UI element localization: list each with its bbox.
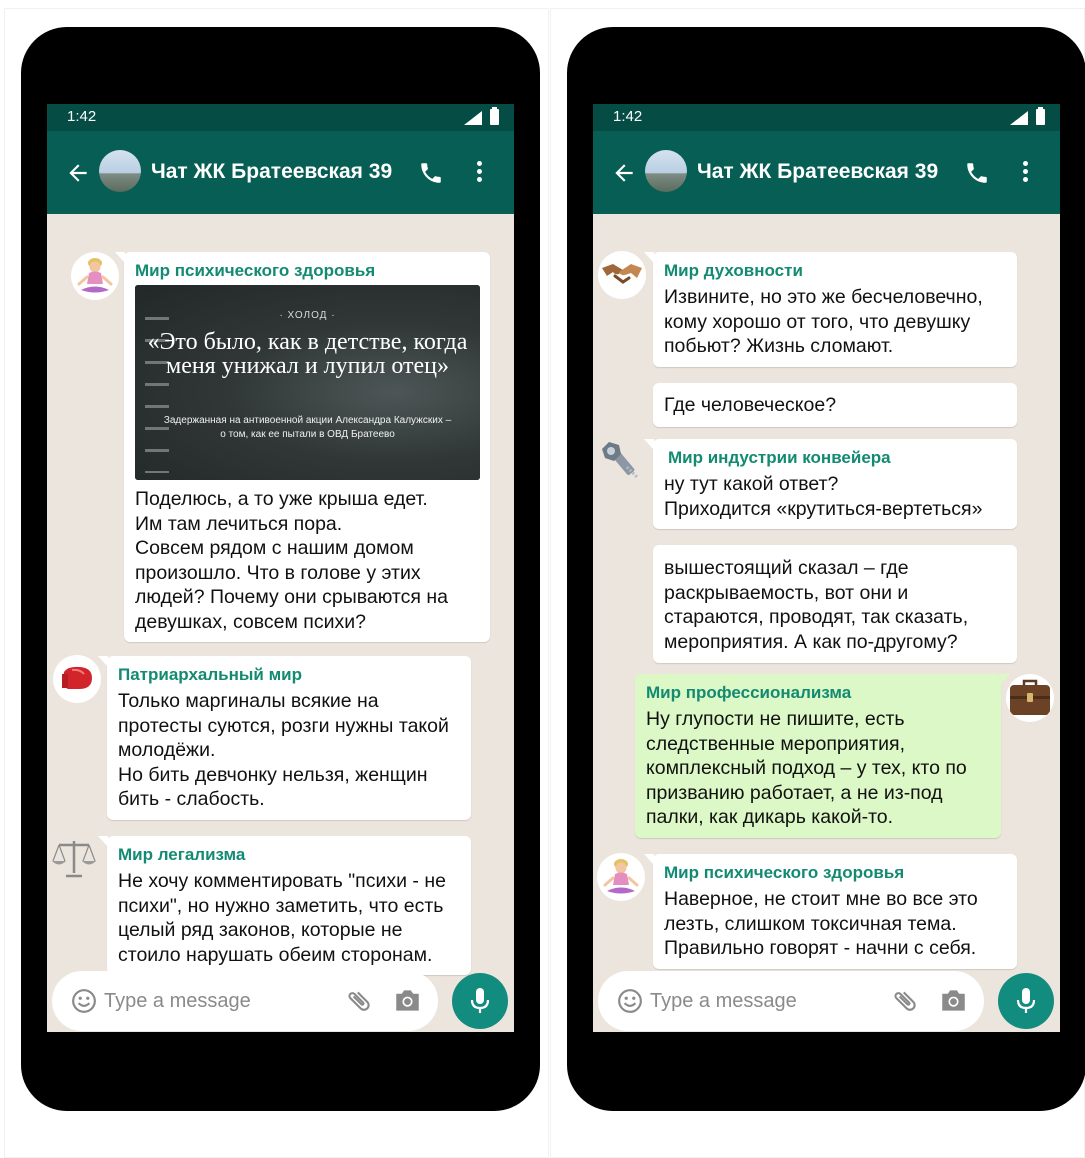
- message-composer: [598, 971, 984, 1031]
- link-preview[interactable]: · ХОЛОД · «Это было, как в детстве, когд…: [135, 285, 480, 480]
- status-time: 1:42: [67, 108, 97, 125]
- message-text: Поделюсь, а то уже крыша едет. Им там ле…: [135, 488, 448, 633]
- status-time: 1:42: [613, 108, 643, 125]
- signal-icon: [1010, 111, 1028, 125]
- message-bubble[interactable]: Патриархальный мир Только маргиналы всяк…: [98, 656, 471, 820]
- sender-avatar: [50, 834, 98, 882]
- message-bubble[interactable]: Мир психического здоровья Наверное, не с…: [644, 854, 1017, 969]
- sender-name: Мир легализма: [118, 845, 246, 864]
- chat-screen: 1:42 Чат ЖК Братеевская 39 Мир психическ…: [47, 104, 514, 1032]
- battery-icon: [1036, 107, 1045, 125]
- scales-icon: [52, 841, 96, 878]
- group-avatar[interactable]: [99, 150, 141, 192]
- sender-name: Мир психического здоровья: [664, 863, 905, 882]
- sender-avatar: [1006, 674, 1054, 722]
- attachment-icon[interactable]: [345, 987, 373, 1015]
- message-bubble[interactable]: вышестоящий сказал – где раскрываемость,…: [653, 545, 1017, 663]
- back-arrow-icon[interactable]: [611, 160, 637, 186]
- microphone-icon: [470, 988, 490, 1013]
- boxing-glove-icon: [62, 666, 92, 689]
- message-input[interactable]: [650, 988, 840, 1014]
- sender-avatar: [597, 853, 645, 901]
- emoji-icon[interactable]: [617, 988, 643, 1014]
- message-text: Только маргиналы всякие на протесты суют…: [118, 690, 449, 810]
- message-text: вышестоящий сказал – где раскрываемость,…: [664, 557, 969, 653]
- message-text: Ну глупости не пишите, есть следственные…: [646, 708, 967, 828]
- more-options-icon[interactable]: [1021, 161, 1029, 185]
- message-bubble[interactable]: Мир духовности Извините, но это же бесче…: [644, 252, 1017, 367]
- phone-call-icon[interactable]: [418, 160, 444, 186]
- chat-screen: 1:42 Чат ЖК Братеевская 39 Мир духовност…: [593, 104, 1060, 1032]
- sender-name: Мир индустрии конвейера: [668, 448, 891, 467]
- preview-kicker: · ХОЛОД ·: [279, 310, 336, 321]
- voice-record-button[interactable]: [998, 973, 1054, 1029]
- more-options-icon[interactable]: [475, 161, 483, 185]
- status-bar: 1:42: [47, 104, 514, 131]
- battery-icon: [490, 107, 499, 125]
- briefcase-icon: [1010, 679, 1050, 715]
- chat-title[interactable]: Чат ЖК Братеевская 39: [151, 160, 392, 184]
- left-phone: 1:42 Чат ЖК Братеевская 39 Мир психическ…: [21, 27, 540, 1111]
- chat-header: Чат ЖК Братеевская 39: [47, 131, 514, 214]
- message-text: Не хочу комментировать "психи - не психи…: [118, 870, 446, 966]
- sender-avatar: [71, 252, 119, 300]
- chat-title[interactable]: Чат ЖК Братеевская 39: [697, 160, 938, 184]
- voice-record-button[interactable]: [452, 973, 508, 1029]
- meditating-woman-icon: [77, 258, 113, 293]
- phone-call-icon[interactable]: [964, 160, 990, 186]
- sender-name: Мир профессионализма: [646, 683, 852, 702]
- nut-bolt-icon: [602, 442, 639, 479]
- message-text: Наверное, не стоит мне во все это лезть,…: [664, 888, 978, 959]
- status-bar: 1:42: [593, 104, 1060, 131]
- microphone-icon: [1016, 988, 1036, 1013]
- sender-avatar: [596, 436, 644, 484]
- message-bubble[interactable]: Мир индустрии конвейера ну тут какой отв…: [644, 439, 1017, 529]
- preview-headline: «Это было, как в детстве, когда меня уни…: [147, 329, 468, 379]
- message-bubble-outgoing[interactable]: Мир профессионализма Ну глупости не пиши…: [635, 674, 1010, 838]
- message-bubble[interactable]: Где человеческое?: [653, 383, 1017, 427]
- chat-header: Чат ЖК Братеевская 39: [593, 131, 1060, 214]
- sender-name: Патриархальный мир: [118, 665, 302, 684]
- sender-avatar: [53, 655, 101, 703]
- message-input[interactable]: [104, 988, 294, 1014]
- handshake-icon: [602, 264, 642, 284]
- sender-avatar: [598, 251, 646, 299]
- sender-name: Мир психического здоровья: [135, 261, 376, 280]
- message-composer: [52, 971, 438, 1031]
- message-text: ну тут какой ответ? Приходится «крутитьс…: [664, 473, 983, 520]
- message-bubble[interactable]: Мир психического здоровья · ХОЛОД · «Это…: [115, 252, 490, 642]
- signal-icon: [464, 111, 482, 125]
- message-text: Где человеческое?: [664, 394, 837, 416]
- camera-icon[interactable]: [940, 988, 967, 1013]
- sender-name: Мир духовности: [664, 261, 803, 280]
- camera-icon[interactable]: [394, 988, 421, 1013]
- message-text: Извините, но это же бесчеловечно, кому х…: [664, 286, 983, 357]
- back-arrow-icon[interactable]: [65, 160, 91, 186]
- message-bubble[interactable]: Мир легализма Не хочу комментировать "пс…: [98, 836, 471, 975]
- preview-subtitle: Задержанная на антивоенной акции Алексан…: [163, 415, 452, 440]
- attachment-icon[interactable]: [891, 987, 919, 1015]
- group-avatar[interactable]: [645, 150, 687, 192]
- emoji-icon[interactable]: [71, 988, 97, 1014]
- meditating-woman-icon: [603, 859, 639, 894]
- right-phone: 1:42 Чат ЖК Братеевская 39 Мир духовност…: [567, 27, 1085, 1111]
